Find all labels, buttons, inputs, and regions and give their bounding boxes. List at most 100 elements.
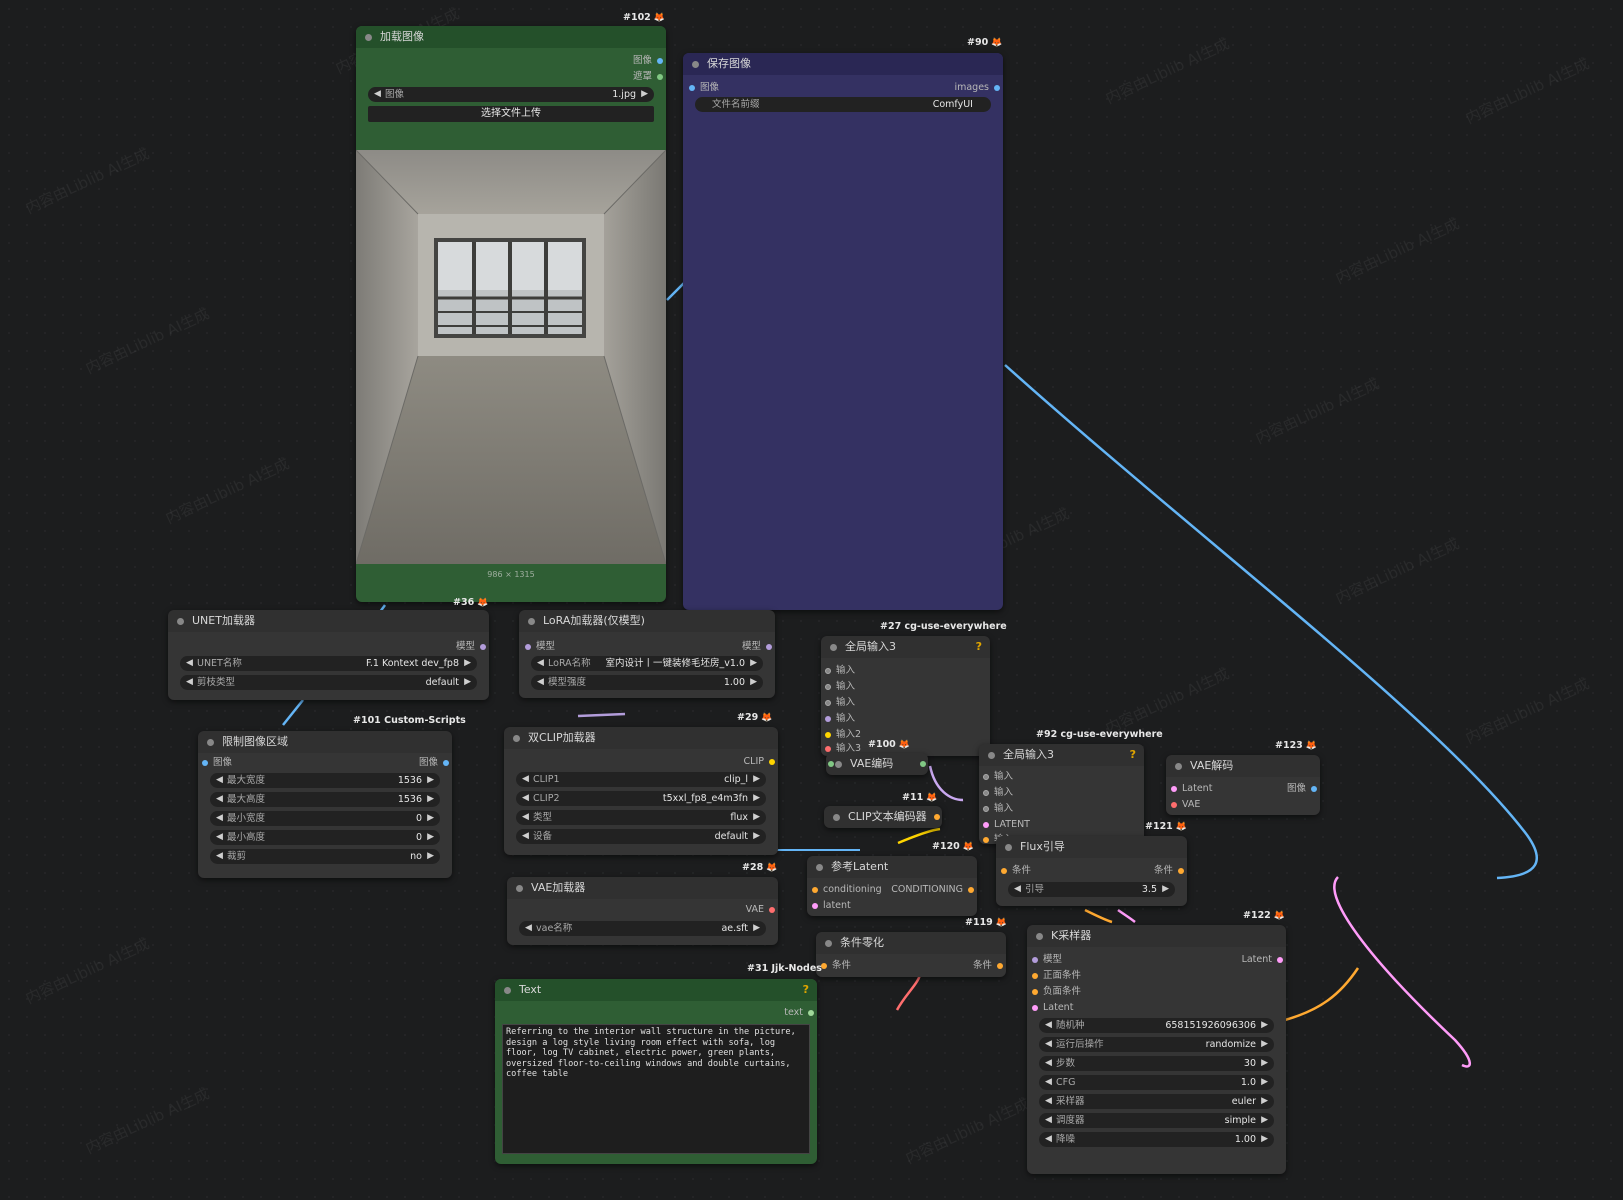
output-clip[interactable]: CLIP	[744, 755, 776, 769]
node-title[interactable]: VAE编码	[826, 753, 928, 775]
input-conditioning[interactable]: 条件	[1000, 864, 1031, 878]
weight-dtype-select[interactable]: ◀ 剪枝类型 default ▶	[180, 675, 477, 690]
strength-slider[interactable]: ◀ 模型强度 1.00 ▶	[531, 675, 763, 690]
unet-name-select[interactable]: ◀ UNET名称 F.1 Kontext dev_fp8 ▶	[180, 656, 477, 671]
vae-decode-node[interactable]: VAE解码 Latent 图像 VAE	[1166, 755, 1320, 815]
input-slot[interactable]: 输入2	[824, 728, 861, 742]
vae-loader-node[interactable]: VAE加载器 VAE ◀ vae名称 ae.sft ▶	[507, 877, 778, 945]
min-width-input[interactable]: ◀ 最小宽度 0 ▶	[210, 811, 440, 826]
input-slot[interactable]: LATENT	[982, 818, 1030, 832]
steps-input[interactable]: ◀ 步数 30 ▶	[1039, 1056, 1274, 1071]
device-select[interactable]: ◀ 设备 default ▶	[516, 829, 766, 844]
load-image-node[interactable]: 加载图像 图像 遮罩 ◀ 图像 1.jpg ▶ 选择文件上传 986 × 131…	[356, 26, 666, 602]
node-title[interactable]: 条件零化	[816, 932, 1006, 954]
max-height-input[interactable]: ◀ 最大高度 1536 ▶	[210, 792, 440, 807]
input-negative[interactable]: 负面条件	[1031, 985, 1081, 999]
ksampler-node[interactable]: K采样器 模型 Latent 正面条件 负面条件 Latent ◀ 随机种 6581…	[1027, 925, 1286, 1174]
node-title[interactable]: 加载图像	[356, 26, 666, 48]
reference-latent-node[interactable]: 参考Latent conditioning CONDITIONING laten…	[807, 856, 977, 916]
output-image[interactable]: 图像	[633, 54, 664, 68]
control-after-generate-select[interactable]: ◀ 运行后操作 randomize ▶	[1039, 1037, 1274, 1052]
node-title[interactable]: 全局输入3?	[979, 744, 1144, 766]
conditioning-zero-out-node[interactable]: 条件零化 条件 条件	[816, 932, 1006, 977]
input-model[interactable]: 模型	[524, 640, 555, 654]
input-latent[interactable]: latent	[811, 899, 851, 913]
output-dot[interactable]	[934, 814, 940, 820]
output-conditioning[interactable]: CONDITIONING	[891, 883, 975, 897]
min-height-input[interactable]: ◀ 最小高度 0 ▶	[210, 830, 440, 845]
output-image[interactable]: 图像	[419, 756, 450, 770]
output-vae[interactable]: VAE	[746, 903, 776, 917]
node-title[interactable]: 保存图像	[683, 53, 1003, 75]
input-slot[interactable]: 输入	[824, 696, 855, 710]
dual-clip-loader-node[interactable]: 双CLIP加载器 CLIP ◀ CLIP1 clip_l ▶ ◀ CLIP2 t5xxl_…	[504, 727, 778, 855]
node-title[interactable]: 限制图像区域	[198, 731, 452, 753]
input-positive[interactable]: 正面条件	[1031, 969, 1081, 983]
node-title[interactable]: LoRA加载器(仅模型)	[519, 610, 775, 632]
input-slot[interactable]: 输入	[824, 664, 855, 678]
input-slot[interactable]: 输入	[824, 680, 855, 694]
guidance-slider[interactable]: ◀ 引导 3.5 ▶	[1008, 882, 1175, 897]
max-width-input[interactable]: ◀ 最大宽度 1536 ▶	[210, 773, 440, 788]
output-model[interactable]: 模型	[742, 640, 773, 654]
node-canvas[interactable]: 内容由Liblib AI生成 内容由Liblib AI生成 内容由Liblib …	[0, 0, 1623, 1200]
input-image[interactable]: 图像	[688, 81, 719, 95]
node-title[interactable]: VAE解码	[1166, 755, 1320, 777]
node-title[interactable]: Flux引导	[996, 836, 1187, 858]
input-vae[interactable]: VAE	[1170, 798, 1200, 812]
sampler-select[interactable]: ◀ 采样器 euler ▶	[1039, 1094, 1274, 1109]
node-title[interactable]: VAE加载器	[507, 877, 778, 899]
node-title[interactable]: Text?	[495, 979, 817, 1001]
input-image[interactable]: 图像	[201, 756, 232, 770]
lora-loader-node[interactable]: LoRA加载器(仅模型) 模型 模型 ◀ LoRA名称 室内设计丨一键装修毛坯房_v…	[519, 610, 775, 698]
clip2-select[interactable]: ◀ CLIP2 t5xxl_fp8_e4m3fn ▶	[516, 791, 766, 806]
output-conditioning[interactable]: 条件	[1154, 864, 1185, 878]
output-conditioning[interactable]: 条件	[973, 959, 1004, 973]
output-model[interactable]: 模型	[456, 640, 487, 654]
output-text[interactable]: text	[784, 1006, 815, 1020]
node-title[interactable]: UNET加载器	[168, 610, 489, 632]
image-select[interactable]: ◀ 图像 1.jpg ▶	[368, 87, 654, 102]
unet-loader-node[interactable]: UNET加载器 模型 ◀ UNET名称 F.1 Kontext dev_fp8 ▶ ◀…	[168, 610, 489, 700]
limit-image-node[interactable]: 限制图像区域 图像 图像 ◀ 最大宽度 1536 ▶ ◀ 最大高度 1536 ▶ ◀ 最小宽度…	[198, 731, 452, 878]
anything-everywhere-27-node[interactable]: 全局输入3? 输入 输入 输入 输入 输入2 输入3	[821, 636, 990, 756]
type-select[interactable]: ◀ 类型 flux ▶	[516, 810, 766, 825]
vae-encode-node[interactable]: VAE编码	[826, 753, 928, 775]
cfg-input[interactable]: ◀ CFG 1.0 ▶	[1039, 1075, 1274, 1090]
node-title[interactable]: 双CLIP加载器	[504, 727, 778, 749]
node-title[interactable]: K采样器	[1027, 925, 1286, 947]
input-slot[interactable]: 输入	[982, 770, 1013, 784]
node-title[interactable]: CLIP文本编码器	[824, 806, 942, 828]
input-slot[interactable]: 输入	[824, 712, 855, 726]
input-slot[interactable]: 输入	[982, 786, 1013, 800]
denoise-input[interactable]: ◀ 降噪 1.00 ▶	[1039, 1132, 1274, 1147]
crop-select[interactable]: ◀ 裁剪 no ▶	[210, 849, 440, 864]
save-image-node[interactable]: 保存图像 图像 images 文件名前缀 ComfyUI	[683, 53, 1003, 610]
seed-input[interactable]: ◀ 随机种 658151926096306 ▶	[1039, 1018, 1274, 1033]
output-mask[interactable]: 遮罩	[633, 70, 664, 84]
output-image[interactable]: 图像	[1287, 782, 1318, 796]
input-latent[interactable]: Latent	[1031, 1001, 1073, 1015]
filename-prefix-input[interactable]: 文件名前缀 ComfyUI	[695, 97, 991, 112]
output-images[interactable]: images	[954, 81, 1001, 95]
input-model[interactable]: 模型	[1031, 953, 1062, 967]
scheduler-select[interactable]: ◀ 调度器 simple ▶	[1039, 1113, 1274, 1128]
vae-name-select[interactable]: ◀ vae名称 ae.sft ▶	[519, 921, 766, 936]
anything-everywhere-92-node[interactable]: 全局输入3? 输入 输入 输入 LATENT 输入	[979, 744, 1144, 844]
input-conditioning[interactable]: conditioning	[811, 883, 882, 897]
upload-button[interactable]: 选择文件上传	[368, 106, 654, 122]
text-node[interactable]: Text? text Referring to the interior wal…	[495, 979, 817, 1164]
clip-text-encode-node[interactable]: CLIP文本编码器	[824, 806, 942, 828]
input-conditioning[interactable]: 条件	[820, 959, 851, 973]
output-dot[interactable]	[920, 761, 926, 767]
prompt-textarea[interactable]: Referring to the interior wall structure…	[502, 1024, 810, 1154]
output-latent[interactable]: Latent	[1242, 953, 1284, 967]
input-slot[interactable]: 输入	[982, 802, 1013, 816]
node-title[interactable]: 参考Latent	[807, 856, 977, 878]
input-dot[interactable]	[828, 761, 834, 767]
clip1-select[interactable]: ◀ CLIP1 clip_l ▶	[516, 772, 766, 787]
node-title[interactable]: 全局输入3?	[821, 636, 990, 658]
lora-name-select[interactable]: ◀ LoRA名称 室内设计丨一键装修毛坯房_v1.0 ▶	[531, 656, 763, 671]
input-latent[interactable]: Latent	[1170, 782, 1212, 796]
flux-guidance-node[interactable]: Flux引导 条件 条件 ◀ 引导 3.5 ▶	[996, 836, 1187, 906]
